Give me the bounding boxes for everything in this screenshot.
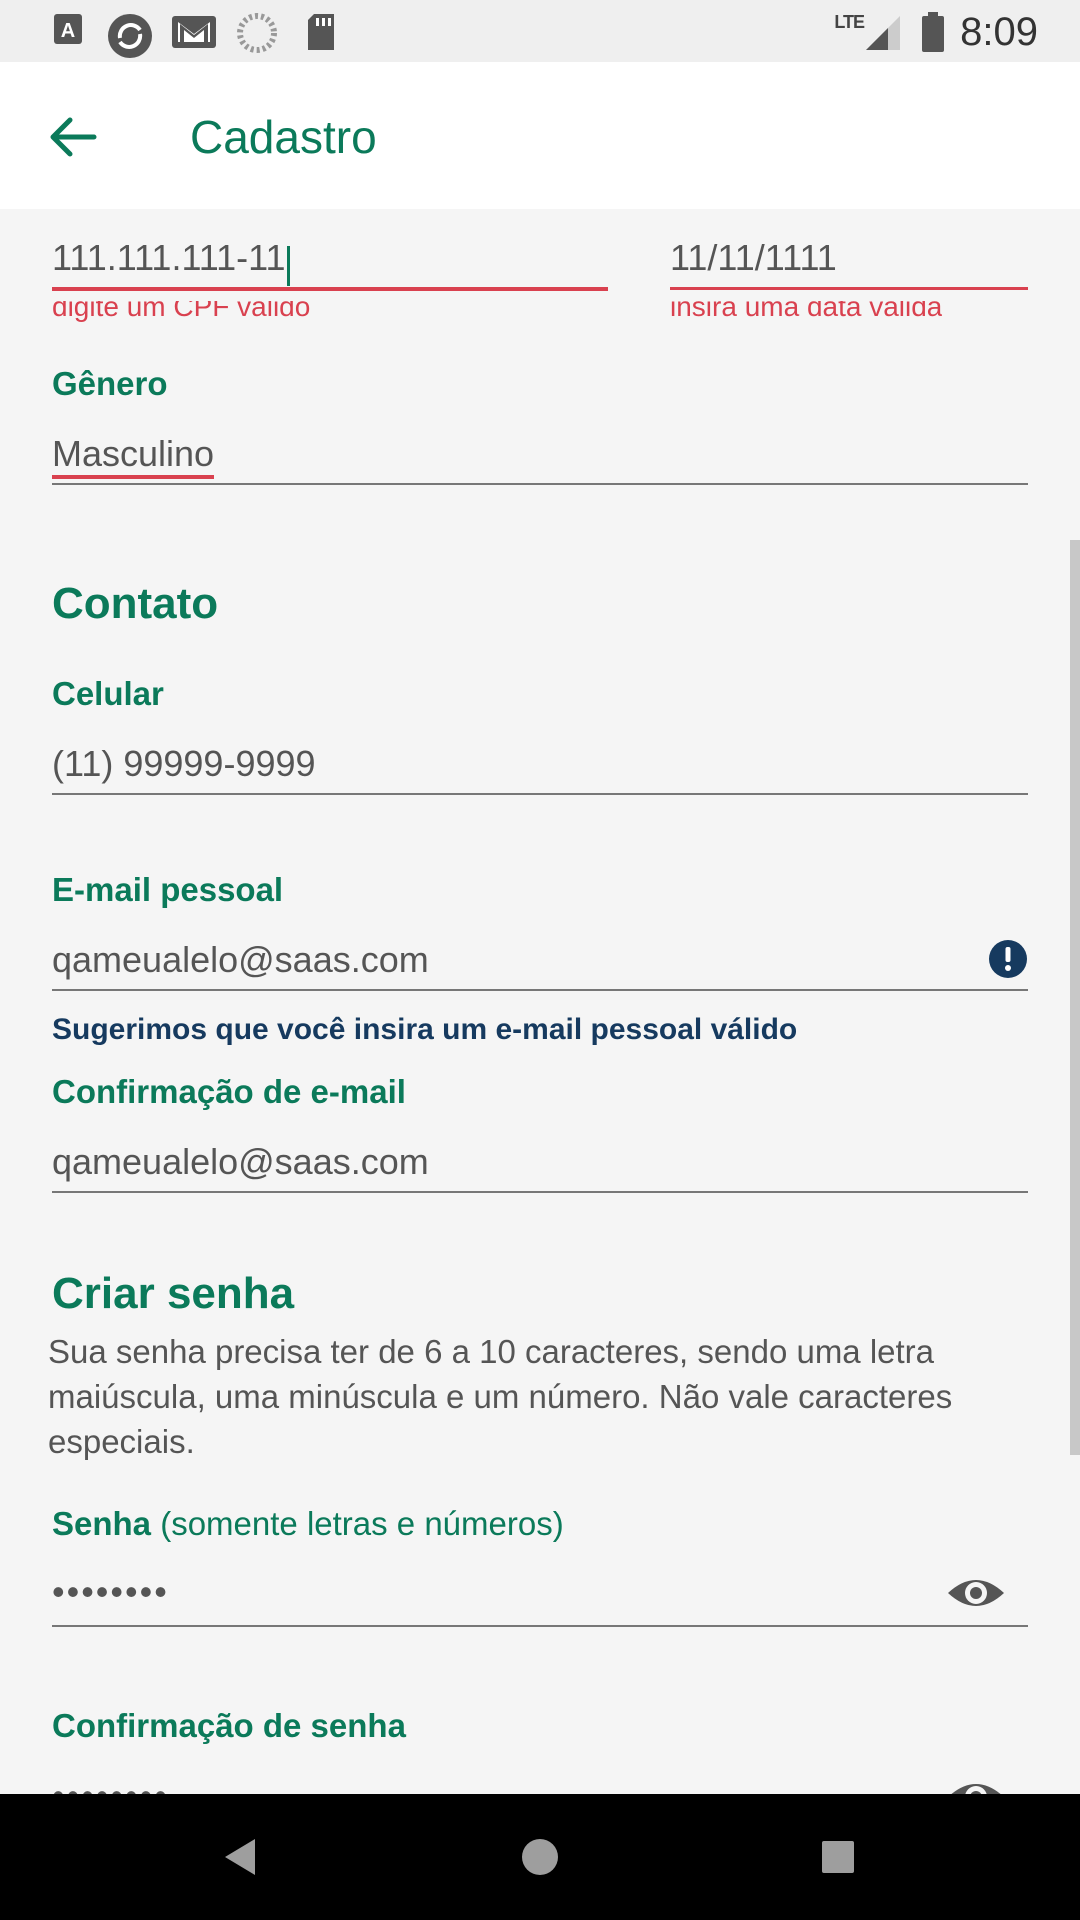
cpf-underline bbox=[52, 287, 608, 291]
warning-icon[interactable] bbox=[988, 939, 1028, 979]
birthdate-underline bbox=[670, 287, 1028, 290]
status-bar: A LTE 8:09 bbox=[0, 0, 1080, 62]
password-confirm-input[interactable]: •••••••• bbox=[52, 1775, 952, 1794]
cpf-error: digite um CPF válido bbox=[52, 301, 311, 322]
sd-card-icon bbox=[308, 14, 334, 50]
scrollbar[interactable] bbox=[1070, 540, 1080, 1455]
arrow-left-icon bbox=[50, 117, 97, 157]
email-confirm-label: Confirmação de e-mail bbox=[52, 1073, 406, 1110]
clock: 8:09 bbox=[960, 10, 1038, 54]
password-requirements: Sua senha precisa ter de 6 a 10 caracter… bbox=[48, 1333, 953, 1460]
phone-label: Celular bbox=[52, 675, 164, 712]
page-title: Cadastro bbox=[190, 111, 377, 163]
birthdate-error: insira uma data válida bbox=[670, 301, 943, 322]
text-cursor bbox=[286, 245, 290, 286]
square-recents-icon bbox=[822, 1841, 854, 1873]
email-label: E-mail pessoal bbox=[52, 871, 284, 908]
nav-recents-button[interactable] bbox=[805, 1824, 871, 1890]
text-a-icon: A bbox=[54, 14, 82, 44]
password-section-title: Criar senha bbox=[52, 1269, 295, 1318]
svg-text:A: A bbox=[61, 20, 75, 42]
sync-icon bbox=[108, 14, 152, 58]
gender-select[interactable]: Masculino bbox=[52, 433, 1028, 495]
network-type: LTE bbox=[834, 12, 865, 32]
password-label: Senha (somente letras e números) bbox=[52, 1505, 564, 1543]
nav-back-button[interactable] bbox=[208, 1824, 274, 1890]
password-label-text: Senha bbox=[52, 1505, 152, 1542]
gmail-icon bbox=[172, 16, 216, 48]
password-label-note: (somente letras e números) bbox=[160, 1505, 564, 1542]
password-input[interactable]: •••••••• bbox=[52, 1571, 952, 1631]
gender-label: Gênero bbox=[52, 365, 168, 402]
gender-value: Masculino bbox=[52, 433, 215, 479]
eye-icon[interactable] bbox=[946, 1573, 1006, 1613]
contact-section-title: Contato bbox=[52, 579, 219, 628]
phone-underline bbox=[52, 793, 1028, 795]
app-bar: Cadastro bbox=[0, 62, 1080, 209]
loading-icon bbox=[237, 13, 277, 53]
back-button[interactable] bbox=[38, 102, 108, 172]
password-underline bbox=[52, 1625, 1028, 1627]
email-underline bbox=[52, 989, 1028, 991]
eye-icon[interactable] bbox=[946, 1777, 1006, 1794]
battery-icon bbox=[922, 12, 944, 52]
cpf-input-value: 111.111.111-11 bbox=[52, 237, 286, 278]
circle-home-icon bbox=[522, 1839, 558, 1875]
email-hint: Sugerimos que você insira um e-mail pess… bbox=[52, 1013, 798, 1046]
navigation-bar bbox=[0, 1794, 1080, 1920]
nav-home-button[interactable] bbox=[507, 1824, 573, 1890]
gender-underline bbox=[52, 483, 1028, 485]
form-scroll-area[interactable]: 111.111.111-11 digite um CPF válido 11/1… bbox=[0, 209, 1080, 1794]
triangle-back-icon bbox=[225, 1839, 255, 1875]
signal-icon bbox=[866, 16, 900, 50]
password-confirm-label: Confirmação de senha bbox=[52, 1707, 406, 1744]
email-confirm-underline bbox=[52, 1191, 1028, 1193]
